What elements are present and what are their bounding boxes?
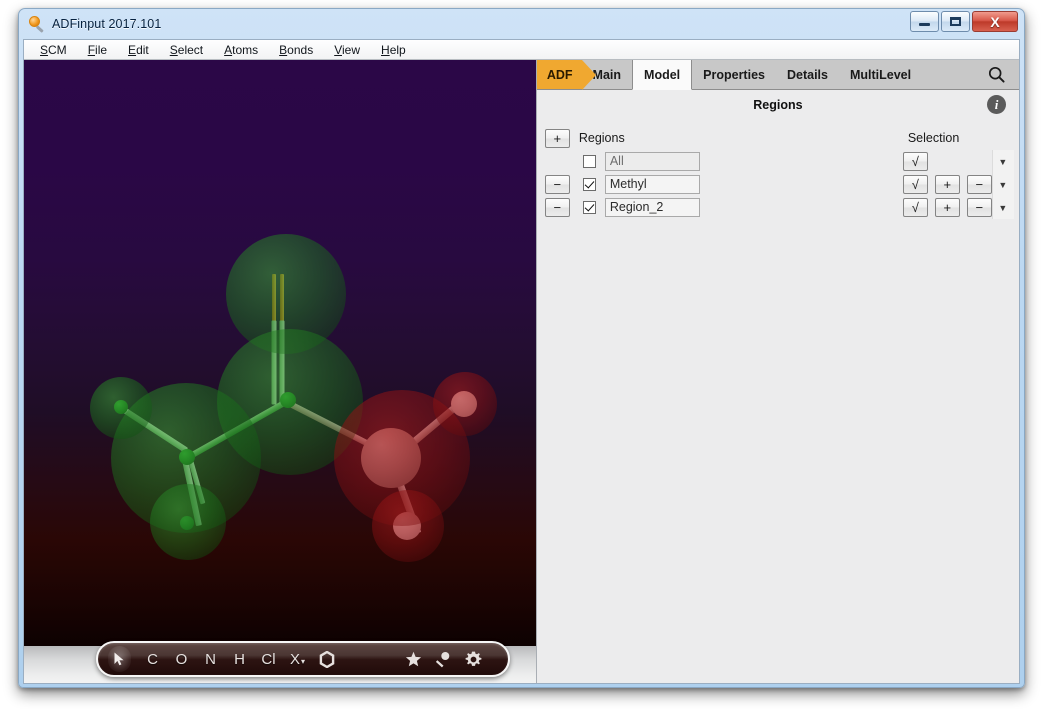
remove-region-button-methyl[interactable]: − (544, 175, 570, 194)
menu-item-help[interactable]: Help (381, 43, 406, 57)
application-window: ADFinput 2017.101 X SCM File Edit Select… (18, 8, 1025, 688)
tab-multilevel[interactable]: MultiLevel (839, 60, 922, 89)
cursor-arrow-icon (114, 652, 124, 666)
add-to-region-button-methyl[interactable]: + (934, 175, 960, 194)
region-checkbox-region2[interactable] (582, 201, 596, 214)
region-caret-methyl[interactable]: ▼ (995, 180, 1011, 190)
main-split: C O N H Cl X ▾ ADF Main Model Properties… (24, 60, 1019, 683)
atom-hydrogen-1[interactable] (451, 391, 477, 417)
magnifier-tool[interactable] (436, 646, 451, 672)
tab-model[interactable]: Model (632, 60, 693, 90)
tab-details[interactable]: Details (776, 60, 839, 89)
menu-item-select[interactable]: Select (170, 43, 203, 57)
maximize-button[interactable] (941, 11, 970, 32)
info-icon[interactable]: i (987, 95, 1006, 114)
element-toolbar: C O N H Cl X ▾ (96, 641, 510, 677)
atom-hydrogen-2[interactable] (393, 512, 421, 540)
client-area: SCM File Edit Select Atoms Bonds View He… (23, 39, 1020, 684)
atom-central-heavy[interactable] (361, 428, 421, 488)
regions-header-row: + Regions Selection (537, 126, 1019, 150)
chlorine-tool[interactable]: Cl (261, 646, 276, 672)
selection-buttons-region2: √ + − (902, 198, 992, 217)
atom-carbon-1[interactable] (179, 449, 195, 465)
window-title: ADFinput 2017.101 (52, 17, 162, 31)
benzene-ring-tool[interactable] (319, 646, 335, 672)
add-to-region-button-region2[interactable]: + (934, 198, 960, 217)
region-checkbox-methyl[interactable] (582, 178, 596, 191)
table-row: − Region_2 √ + − ▼ (537, 196, 1019, 219)
oxygen-tool[interactable]: O (174, 646, 189, 672)
region-name-input-region2[interactable]: Region_2 (604, 198, 700, 217)
other-element-tool[interactable]: X ▾ (290, 646, 305, 672)
select-cursor-tool[interactable] (108, 646, 131, 672)
favorites-tool[interactable] (405, 646, 422, 672)
nitrogen-tool[interactable]: N (203, 646, 218, 672)
maximize-icon (950, 17, 961, 26)
menu-bar: SCM File Edit Select Atoms Bonds View He… (24, 40, 1019, 60)
region-name-input-methyl[interactable]: Methyl (604, 175, 700, 194)
search-icon (988, 66, 1005, 83)
menu-item-scm[interactable]: SCM (40, 43, 67, 57)
search-button[interactable] (978, 60, 1019, 89)
regions-column-header: Regions (578, 131, 625, 145)
bond-c-up-a (271, 320, 277, 405)
magnifier-icon (436, 651, 450, 667)
region-checkbox-all[interactable] (582, 155, 596, 168)
adf-badge[interactable]: ADF (536, 60, 596, 90)
selection-column-header: Selection (907, 131, 960, 145)
select-region-button-all[interactable]: √ (902, 152, 928, 171)
menu-item-edit[interactable]: Edit (128, 43, 149, 57)
molecule-viewport-container: C O N H Cl X ▾ (24, 60, 537, 683)
right-panel: ADF Main Model Properties Details MultiL… (536, 60, 1019, 683)
regions-section: + Regions Selection All √ ▼ − Methyl √ +… (537, 120, 1019, 219)
gear-icon (465, 651, 482, 666)
title-bar: ADFinput 2017.101 X (23, 9, 1020, 39)
bond-c3-c1 (119, 405, 189, 453)
region-caret-region2[interactable]: ▼ (995, 203, 1011, 213)
close-icon: X (990, 13, 1000, 30)
minimize-icon (919, 23, 930, 26)
remove-from-region-button-region2[interactable]: − (966, 198, 992, 217)
star-icon (405, 651, 422, 666)
table-row: − Methyl √ + − ▼ (537, 173, 1019, 196)
panel-header: Regions i (537, 90, 1019, 120)
minimize-button[interactable] (910, 11, 939, 32)
menu-item-atoms[interactable]: Atoms (224, 43, 258, 57)
region-name-input-all[interactable]: All (604, 152, 700, 171)
atom-carbon-2[interactable] (280, 392, 296, 408)
molecule-viewport[interactable] (24, 60, 536, 646)
selection-buttons-methyl: √ + − (902, 175, 992, 194)
bond-c1-c2 (185, 397, 291, 461)
menu-item-file[interactable]: File (88, 43, 107, 57)
add-region-button[interactable]: + (544, 128, 570, 148)
atom-carbon-4[interactable] (180, 516, 194, 530)
other-element-label: X (290, 650, 301, 668)
selection-buttons-all: √ (902, 152, 928, 171)
magnifier-icon (29, 16, 45, 33)
close-button[interactable]: X (972, 11, 1018, 32)
settings-tool[interactable] (465, 646, 482, 672)
menu-item-view[interactable]: View (334, 43, 360, 57)
window-controls: X (908, 11, 1018, 32)
select-region-button-methyl[interactable]: √ (902, 175, 928, 194)
remove-from-region-button-methyl[interactable]: − (966, 175, 992, 194)
hydrogen-tool[interactable]: H (232, 646, 247, 672)
hexagon-icon (319, 650, 335, 668)
page-title: Regions (753, 98, 803, 112)
remove-region-button-region2[interactable]: − (544, 198, 570, 217)
tab-bar: ADF Main Model Properties Details MultiL… (536, 60, 1019, 90)
chevron-down-icon: ▾ (301, 656, 306, 666)
region-caret-all[interactable]: ▼ (995, 157, 1011, 167)
select-region-button-region2[interactable]: √ (902, 198, 928, 217)
menu-item-bonds[interactable]: Bonds (279, 43, 313, 57)
table-row: All √ ▼ (537, 150, 1019, 173)
tab-properties[interactable]: Properties (692, 60, 776, 89)
carbon-tool[interactable]: C (145, 646, 160, 672)
region-sphere-green-1 (226, 234, 346, 354)
atom-carbon-3[interactable] (114, 400, 128, 414)
